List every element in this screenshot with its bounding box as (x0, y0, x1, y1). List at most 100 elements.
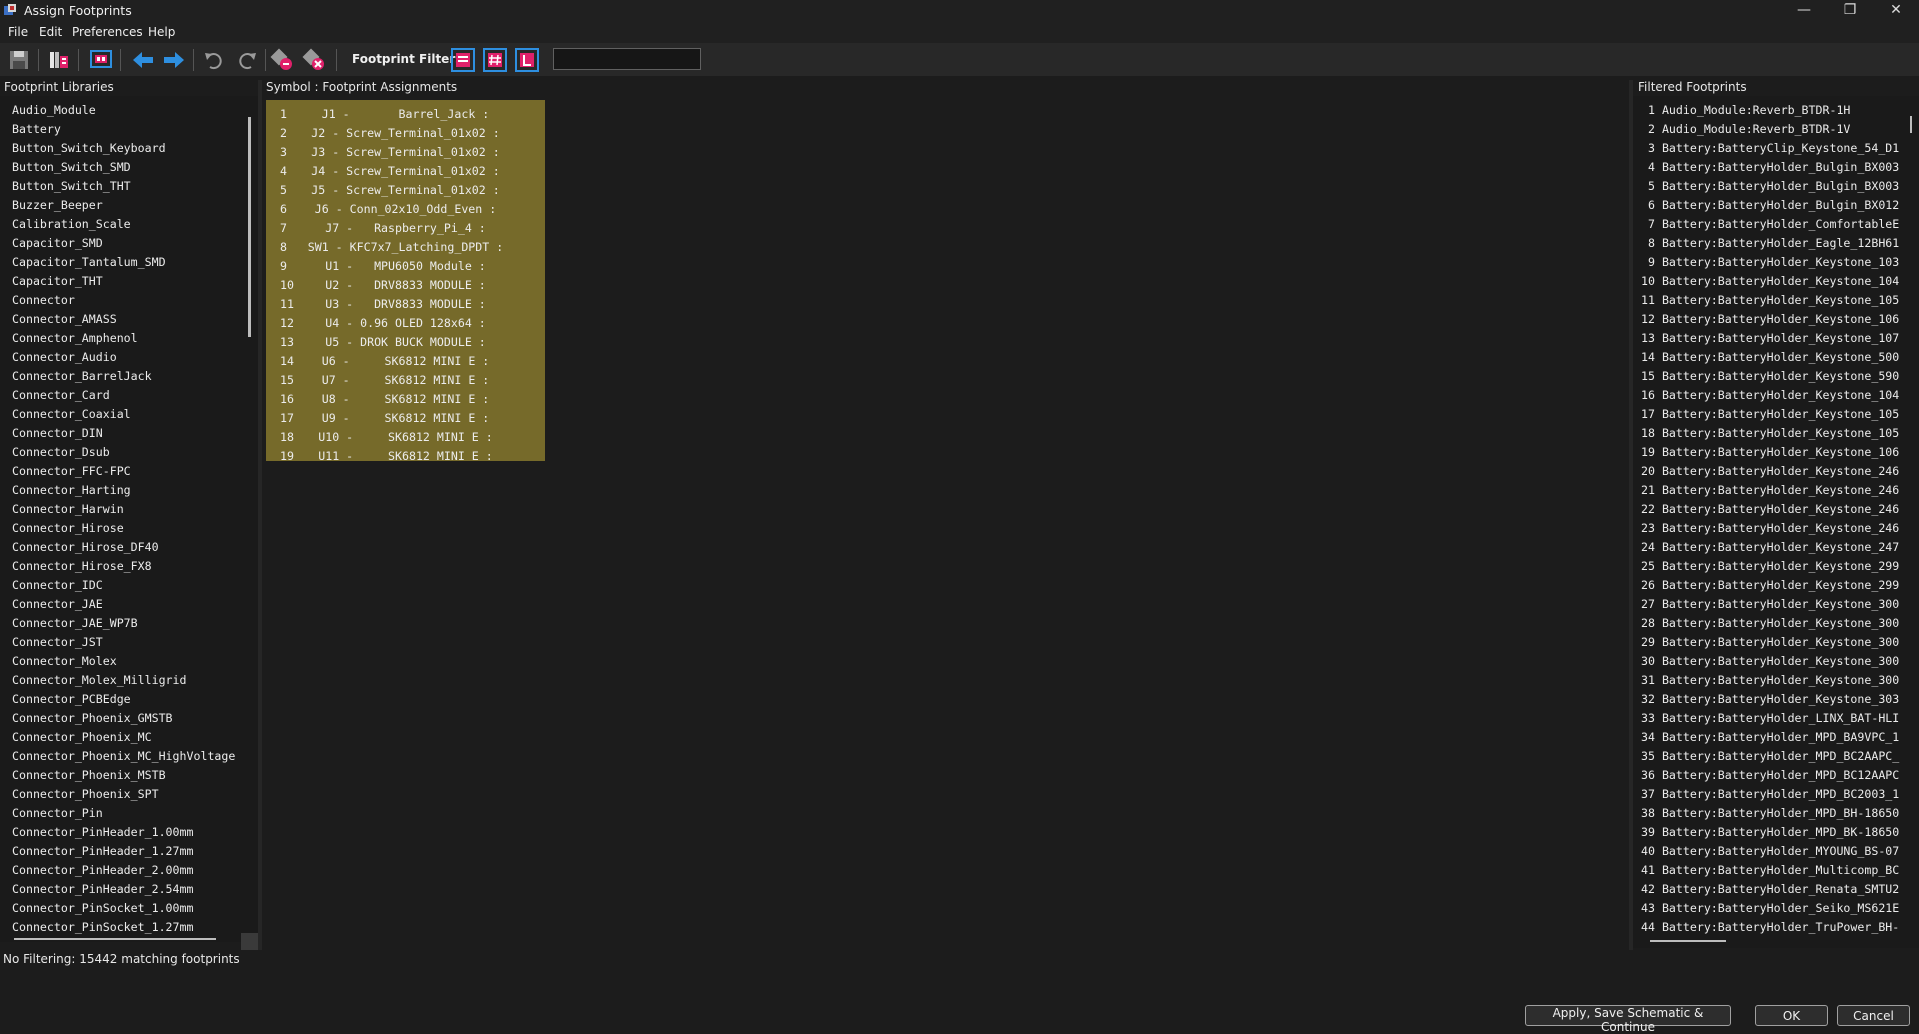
filtered-footprint-row[interactable]: 21 Battery:BatteryHolder_Keystone_246 (1641, 481, 1903, 500)
filtered-footprint-row[interactable]: 24 Battery:BatteryHolder_Keystone_247 (1641, 538, 1903, 557)
filtered-footprint-row[interactable]: 41 Battery:BatteryHolder_Multicomp_BC (1641, 861, 1903, 880)
library-row[interactable]: Connector_Phoenix_GMSTB (12, 709, 244, 728)
filtered-footprints-list[interactable]: 1 Audio_Module:Reverb_BTDR-1H 2 Audio_Mo… (1633, 96, 1919, 948)
ok-button[interactable]: OK (1755, 1005, 1828, 1026)
close-button[interactable]: ✕ (1873, 0, 1919, 22)
library-row[interactable]: Connector_Phoenix_MC_HighVoltage (12, 747, 244, 766)
filtered-footprint-row[interactable]: 16 Battery:BatteryHolder_Keystone_104 (1641, 386, 1903, 405)
filtered-footprint-row[interactable]: 8 Battery:BatteryHolder_Eagle_12BH61 (1641, 234, 1903, 253)
filtered-footprint-row[interactable]: 26 Battery:BatteryHolder_Keystone_299 (1641, 576, 1903, 595)
delete-all-assignments-icon[interactable] (302, 48, 326, 72)
library-row[interactable]: Audio_Module (12, 101, 244, 120)
minimize-button[interactable]: — (1781, 0, 1827, 22)
filtered-footprint-row[interactable]: 32 Battery:BatteryHolder_Keystone_303 (1641, 690, 1903, 709)
filtered-footprint-row[interactable]: 35 Battery:BatteryHolder_MPD_BC2AAPC_ (1641, 747, 1903, 766)
library-row[interactable]: Connector_PCBEdge (12, 690, 244, 709)
filtered-footprint-row[interactable]: 43 Battery:BatteryHolder_Seiko_MS621E (1641, 899, 1903, 918)
assignment-row[interactable]: 5 J5 - Screw_Terminal_01x02 : (266, 181, 545, 200)
filtered-footprint-row[interactable]: 9 Battery:BatteryHolder_Keystone_103 (1641, 253, 1903, 272)
filtered-footprint-row[interactable]: 40 Battery:BatteryHolder_MYOUNG_BS-07 (1641, 842, 1903, 861)
assignment-row[interactable]: 4 J4 - Screw_Terminal_01x02 : (266, 162, 545, 181)
library-row[interactable]: Connector_Molex (12, 652, 244, 671)
filtered-footprint-row[interactable]: 23 Battery:BatteryHolder_Keystone_246 (1641, 519, 1903, 538)
library-row[interactable]: Connector_PinHeader_1.27mm (12, 842, 244, 861)
apply-save-schematic-continue-button[interactable]: Apply, Save Schematic & Continue (1525, 1005, 1731, 1034)
filtered-footprint-row[interactable]: 30 Battery:BatteryHolder_Keystone_300 (1641, 652, 1903, 671)
library-row[interactable]: Button_Switch_Keyboard (12, 139, 244, 158)
filtered-footprint-row[interactable]: 42 Battery:BatteryHolder_Renata_SMTU2 (1641, 880, 1903, 899)
filtered-footprint-row[interactable]: 10 Battery:BatteryHolder_Keystone_104 (1641, 272, 1903, 291)
library-row[interactable]: Capacitor_SMD (12, 234, 244, 253)
library-row[interactable]: Connector_FFC-FPC (12, 462, 244, 481)
library-row[interactable]: Battery (12, 120, 244, 139)
filtered-footprint-row[interactable]: 25 Battery:BatteryHolder_Keystone_299 (1641, 557, 1903, 576)
assignment-row[interactable]: 12 U4 - 0.96 OLED 128x64 : (266, 314, 545, 333)
filter-pin-count-icon[interactable] (483, 48, 507, 72)
library-row[interactable]: Connector_Hirose_FX8 (12, 557, 244, 576)
filtered-footprint-row[interactable]: 39 Battery:BatteryHolder_MPD_BK-18650 (1641, 823, 1903, 842)
assignment-row[interactable]: 3 J3 - Screw_Terminal_01x02 : (266, 143, 545, 162)
libraries-vertical-scrollbar[interactable] (248, 117, 251, 337)
assignment-row[interactable]: 18 U10 - SK6812 MINI E : (266, 428, 545, 447)
library-row[interactable]: Connector_Dsub (12, 443, 244, 462)
library-row[interactable]: Connector_PinSocket_1.00mm (12, 899, 244, 918)
library-row[interactable]: Connector_PinSocket_1.27mm (12, 918, 244, 937)
library-row[interactable]: Connector_Phoenix_MC (12, 728, 244, 747)
filtered-footprint-row[interactable]: 3 Battery:BatteryClip_Keystone_54_D1 (1641, 139, 1903, 158)
footprint-filter-search-input[interactable] (553, 48, 701, 70)
library-row[interactable]: Connector_PinHeader_2.00mm (12, 861, 244, 880)
filtered-footprint-row[interactable]: 1 Audio_Module:Reverb_BTDR-1H (1641, 101, 1903, 120)
filtered-footprint-row[interactable]: 4 Battery:BatteryHolder_Bulgin_BX003 (1641, 158, 1903, 177)
library-row[interactable]: Connector_Coaxial (12, 405, 244, 424)
footprint-libraries-list[interactable]: Audio_Module Battery Button_Switch_Keyboar… (0, 96, 258, 942)
filtered-footprint-row[interactable]: 5 Battery:BatteryHolder_Bulgin_BX003 (1641, 177, 1903, 196)
filtered-footprint-row[interactable]: 44 Battery:BatteryHolder_TruPower_BH- (1641, 918, 1903, 937)
library-row[interactable]: Connector (12, 291, 244, 310)
library-row[interactable]: Connector_JAE_WP7B (12, 614, 244, 633)
library-row[interactable]: Capacitor_Tantalum_SMD (12, 253, 244, 272)
assignment-row[interactable]: 7 J7 - Raspberry_Pi_4 : (266, 219, 545, 238)
library-row[interactable]: Connector_Phoenix_MSTB (12, 766, 244, 785)
assignment-row[interactable]: 6 J6 - Conn_02x10_Odd_Even : (266, 200, 545, 219)
filtered-footprint-row[interactable]: 36 Battery:BatteryHolder_MPD_BC12AAPC (1641, 766, 1903, 785)
filtered-footprint-row[interactable]: 19 Battery:BatteryHolder_Keystone_106 (1641, 443, 1903, 462)
assignment-row[interactable]: 8 SW1 - KFC7x7_Latching_DPDT : (266, 238, 545, 257)
filtered-footprint-row[interactable]: 2 Audio_Module:Reverb_BTDR-1V (1641, 120, 1903, 139)
redo-icon[interactable] (235, 48, 259, 72)
library-row[interactable]: Connector_Hirose_DF40 (12, 538, 244, 557)
library-row[interactable]: Connector_IDC (12, 576, 244, 595)
menu-help[interactable]: Help (148, 25, 175, 39)
assignment-row[interactable]: 17 U9 - SK6812 MINI E : (266, 409, 545, 428)
filtered-footprint-row[interactable]: 18 Battery:BatteryHolder_Keystone_105 (1641, 424, 1903, 443)
library-row[interactable]: Button_Switch_SMD (12, 158, 244, 177)
library-row[interactable]: Connector_Harting (12, 481, 244, 500)
library-row[interactable]: Connector_DIN (12, 424, 244, 443)
library-row[interactable]: Connector_Molex_Milligrid (12, 671, 244, 690)
assignment-row[interactable]: 11 U3 - DRV8833 MODULE : (266, 295, 545, 314)
menu-preferences[interactable]: Preferences (72, 25, 143, 39)
menu-file[interactable]: File (8, 25, 28, 39)
restore-button[interactable]: ❐ (1827, 0, 1873, 22)
filtered-footprint-row[interactable]: 28 Battery:BatteryHolder_Keystone_300 (1641, 614, 1903, 633)
footprint-viewer-icon[interactable] (89, 48, 113, 72)
library-table-icon[interactable] (47, 48, 71, 72)
filtered-footprint-row[interactable]: 20 Battery:BatteryHolder_Keystone_246 (1641, 462, 1903, 481)
library-row[interactable]: Connector_Pin (12, 804, 244, 823)
filtered-footprint-row[interactable]: 29 Battery:BatteryHolder_Keystone_300 (1641, 633, 1903, 652)
library-row[interactable]: Connector_Harwin (12, 500, 244, 519)
filtered-footprint-row[interactable]: 27 Battery:BatteryHolder_Keystone_300 (1641, 595, 1903, 614)
filter-library-icon[interactable] (515, 48, 539, 72)
assignment-row[interactable]: 9 U1 - MPU6050 Module : (266, 257, 545, 276)
libraries-horizontal-scrollbar[interactable] (14, 938, 216, 940)
assignment-row[interactable]: 19 U11 - SK6812 MINI E : (266, 447, 545, 466)
filtered-footprint-row[interactable]: 17 Battery:BatteryHolder_Keystone_105 (1641, 405, 1903, 424)
library-row[interactable]: Buzzer_Beeper (12, 196, 244, 215)
filter-keywords-icon[interactable] (451, 48, 475, 72)
library-row[interactable]: Connector_JST (12, 633, 244, 652)
library-row[interactable]: Connector_Audio (12, 348, 244, 367)
auto-assign-icon[interactable] (270, 48, 294, 72)
filtered-footprint-row[interactable]: 7 Battery:BatteryHolder_ComfortableE (1641, 215, 1903, 234)
filtered-footprint-row[interactable]: 14 Battery:BatteryHolder_Keystone_500 (1641, 348, 1903, 367)
assignment-row[interactable]: 10 U2 - DRV8833 MODULE : (266, 276, 545, 295)
library-row[interactable]: Connector_BarrelJack (12, 367, 244, 386)
